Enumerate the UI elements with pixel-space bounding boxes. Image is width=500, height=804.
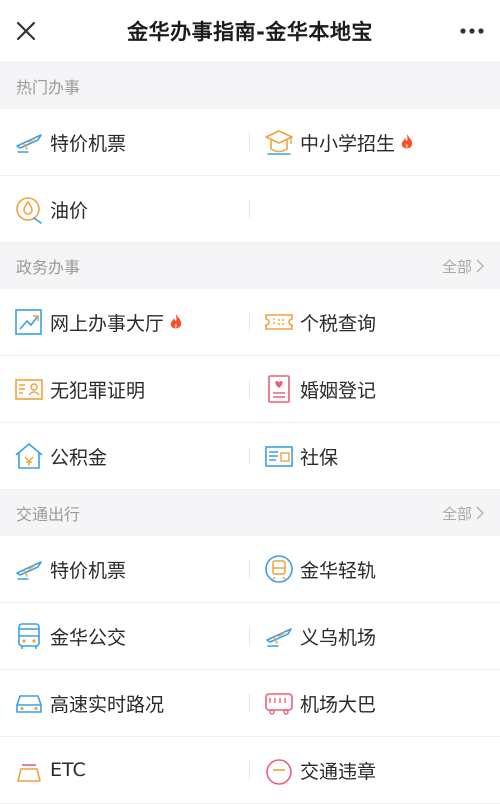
service-label: 网上办事大厅 — [50, 312, 165, 335]
grid-row: 无犯罪证明 婚姻登记 — [0, 356, 500, 423]
service-label: 金华轻轨 — [300, 559, 377, 582]
view-all-link[interactable]: 全部 — [442, 256, 484, 277]
service-label: 义乌机场 — [300, 626, 377, 649]
service-label: 婚姻登记 — [300, 379, 377, 402]
service-item-etc[interactable]: ETC — [0, 737, 250, 803]
section-title: 交通出行 — [16, 505, 81, 524]
service-label: 无犯罪证明 — [50, 379, 146, 402]
gov-grid: 网上办事大厅 个税查询 无犯罪证明 婚姻登记 公积金 社保 — [0, 289, 500, 490]
card-icon — [265, 446, 293, 467]
service-item-tax-query[interactable]: 个税查询 — [250, 289, 500, 355]
traffic-grid: 特价机票 金华轻轨 金华公交 义乌机场 高速实时路况 机场大巴 ETC 交通违章 — [0, 536, 500, 804]
service-item-traffic-violation[interactable]: 交通违章 — [250, 737, 500, 803]
plane-icon — [266, 628, 292, 647]
train-icon — [265, 555, 293, 583]
plane-icon — [16, 134, 42, 153]
grid-row: 公积金 社保 — [0, 423, 500, 490]
service-label: 特价机票 — [50, 132, 127, 155]
service-item-yiwu-airport[interactable]: 义乌机场 — [250, 603, 500, 669]
etc-icon — [17, 764, 41, 782]
service-item-city-bus[interactable]: 金华公交 — [0, 603, 250, 669]
view-all-link[interactable]: 全部 — [442, 503, 484, 524]
service-item-airport-bus[interactable]: 机场大巴 — [250, 670, 500, 736]
service-item-highway-traffic[interactable]: 高速实时路况 — [0, 670, 250, 736]
grid-row: 特价机票 中小学招生 — [0, 109, 500, 176]
view-all-label: 全部 — [441, 504, 472, 523]
chevron-right-icon — [476, 506, 484, 520]
section-header-gov: 政务办事 全部 — [0, 243, 500, 289]
grid-row: 特价机票 金华轻轨 — [0, 536, 500, 603]
coach-icon — [265, 693, 293, 715]
fire-icon — [401, 134, 413, 149]
service-item-housing-fund[interactable]: 公积金 — [0, 423, 250, 489]
id-card-icon — [15, 379, 43, 400]
service-label: 高速实时路况 — [50, 693, 165, 716]
service-label: 公积金 — [50, 446, 108, 469]
service-item-social-security[interactable]: 社保 — [250, 423, 500, 489]
service-item-marriage-registration[interactable]: 婚姻登记 — [250, 356, 500, 422]
hot-grid: 特价机票 中小学招生 油价 — [0, 109, 500, 243]
service-label: ETC — [50, 759, 86, 781]
service-item-light-rail[interactable]: 金华轻轨 — [250, 536, 500, 602]
empty-cell — [250, 176, 500, 242]
view-all-label: 全部 — [441, 257, 472, 276]
house-icon — [15, 443, 43, 469]
service-label: 社保 — [300, 446, 339, 469]
service-label: 特价机票 — [50, 559, 127, 582]
grid-row: 网上办事大厅 个税查询 — [0, 289, 500, 356]
grid-row: 金华公交 义乌机场 — [0, 603, 500, 670]
ticket-icon — [265, 314, 293, 330]
service-label: 油价 — [50, 199, 89, 222]
violation-icon — [266, 759, 292, 785]
page-title: 金华办事指南-金华本地宝 — [127, 20, 373, 44]
service-label: 金华公交 — [50, 626, 127, 649]
grid-row: ETC 交通违章 — [0, 737, 500, 804]
section-title: 热门办事 — [16, 78, 81, 97]
plane-icon — [16, 561, 42, 580]
bus-icon — [18, 623, 40, 649]
service-item-school-enrollment[interactable]: 中小学招生 — [250, 109, 500, 175]
close-icon[interactable] — [14, 19, 38, 43]
section-header-traffic: 交通出行 全部 — [0, 490, 500, 536]
service-item-cheap-flights[interactable]: 特价机票 — [0, 536, 250, 602]
service-item-no-crime-cert[interactable]: 无犯罪证明 — [0, 356, 250, 422]
service-label: 中小学招生 — [300, 132, 396, 155]
chevron-right-icon — [476, 259, 484, 273]
grid-row: 油价 — [0, 176, 500, 243]
section-title: 政务办事 — [16, 258, 81, 277]
trend-chart-icon — [15, 309, 42, 335]
grid-row: 高速实时路况 机场大巴 — [0, 670, 500, 737]
oil-drop-icon — [16, 197, 42, 224]
service-label: 交通违章 — [300, 760, 377, 783]
service-item-oil-price[interactable]: 油价 — [0, 176, 250, 242]
car-icon — [16, 695, 42, 713]
section-header-hot: 热门办事 — [0, 63, 500, 109]
service-label: 个税查询 — [300, 312, 377, 335]
more-icon[interactable] — [458, 19, 486, 43]
fire-icon — [170, 314, 182, 329]
top-bar: 金华办事指南-金华本地宝 — [0, 0, 500, 63]
service-item-online-hall[interactable]: 网上办事大厅 — [0, 289, 250, 355]
marriage-book-icon — [268, 375, 290, 403]
graduation-cap-icon — [265, 130, 293, 155]
service-item-cheap-flights[interactable]: 特价机票 — [0, 109, 250, 175]
service-label: 机场大巴 — [300, 693, 377, 716]
